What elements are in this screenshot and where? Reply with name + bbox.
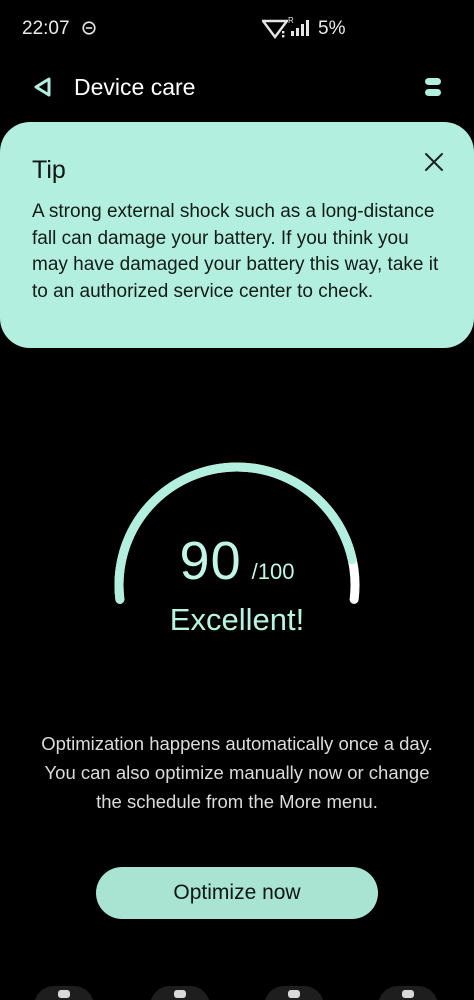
tip-body: A strong external shock such as a long-d…: [32, 201, 439, 302]
wifi-icon: [262, 19, 288, 39]
bottom-navigation: [0, 980, 474, 1000]
optimize-now-button[interactable]: Optimize now: [96, 867, 378, 919]
nav-item-protection[interactable]: [378, 986, 438, 1000]
score-label: Excellent!: [169, 602, 305, 637]
optimization-info-text: Optimization happens automatically once …: [41, 733, 433, 812]
status-bar: 22:07 R 5%: [0, 0, 474, 60]
battery-icon: [58, 990, 70, 998]
back-button[interactable]: [26, 70, 60, 104]
signal-roaming-icon: R: [288, 16, 309, 36]
status-time: 22:07: [22, 18, 70, 39]
storage-icon: [174, 990, 186, 998]
back-triangle-icon: [34, 77, 51, 97]
nav-item-memory[interactable]: [264, 986, 324, 1000]
more-options-button[interactable]: [418, 70, 448, 104]
tip-card: Tip A strong external shock such as a lo…: [0, 122, 474, 348]
memory-icon: [288, 990, 300, 998]
tip-title: Tip: [32, 156, 66, 184]
score-max: /100: [251, 559, 295, 584]
score-value: 90: [179, 531, 242, 591]
close-icon: [425, 153, 443, 171]
do-not-disturb-icon: [82, 21, 96, 35]
tip-close-button[interactable]: [420, 148, 448, 176]
nav-item-storage[interactable]: [150, 986, 210, 1000]
protection-icon: [402, 990, 414, 998]
battery-percent: 5%: [318, 18, 346, 39]
more-options-icon: [425, 78, 441, 96]
nav-item-battery[interactable]: [34, 986, 94, 1000]
app-bar: Device care: [0, 60, 474, 116]
svg-text:R: R: [288, 16, 294, 25]
score-row: 90 /100: [0, 530, 474, 592]
page-title: Device care: [74, 74, 196, 100]
